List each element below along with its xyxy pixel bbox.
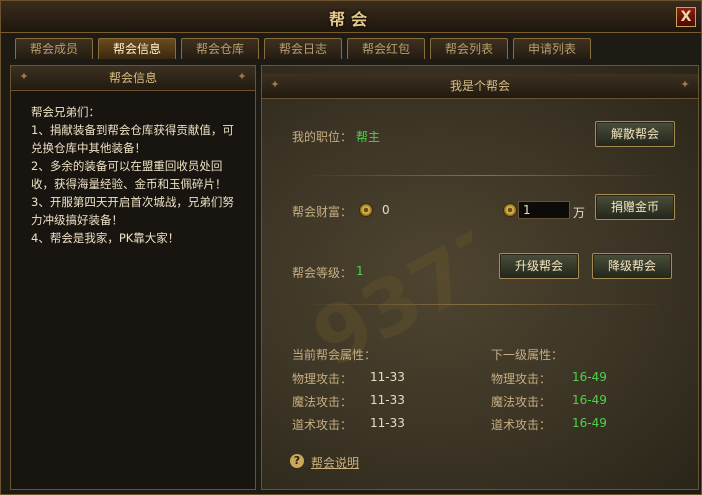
attribute-next-value: 16-49 <box>572 393 607 407</box>
wealth-label: 帮会财富： <box>292 205 353 219</box>
upgrade-guild-button[interactable]: 升级帮会 <box>499 253 579 279</box>
level-label: 帮会等级： <box>292 266 353 280</box>
notice-line: 3、开服第四天开启首次城战，兄弟们努 <box>31 195 234 209</box>
attribute-name: 物理攻击： <box>292 372 353 386</box>
notice-line: 收，获得海量经验、金币和玉佩碎片！ <box>31 177 227 191</box>
close-button[interactable]: X <box>676 7 696 27</box>
tab-guild-list[interactable]: 帮会列表 <box>430 38 508 59</box>
tab-guild-warehouse[interactable]: 帮会仓库 <box>181 38 259 59</box>
notice-line: 1、捐献装备到帮会仓库获得贡献值，可 <box>31 123 234 137</box>
notice-line: 兑换仓库中其他装备！ <box>31 141 146 155</box>
attribute-name: 道术攻击： <box>491 418 552 432</box>
guild-info-header: ✦ 帮会信息 ✦ <box>11 66 255 91</box>
attribute-name: 物理攻击： <box>491 372 552 386</box>
disband-guild-button[interactable]: 解散帮会 <box>595 121 675 147</box>
position-value: 帮主 <box>356 130 381 144</box>
wealth-value: 0 <box>382 203 390 217</box>
guild-detail-panel: 9377.com ✦ 我是个帮会 ✦ 我的职位： 帮主 解散帮会 帮会财富： 0… <box>261 65 699 490</box>
tab-guild-info[interactable]: 帮会信息 <box>98 38 176 59</box>
notice-line: 力冲级搞好装备！ <box>31 213 123 227</box>
guild-notice: 帮会兄弟们： 1、捐献装备到帮会仓库获得贡献值，可 兑换仓库中其他装备！ 2、多… <box>31 103 251 247</box>
attribute-name: 魔法攻击： <box>292 395 353 409</box>
ornament-icon: ✦ <box>19 70 29 83</box>
attribute-current-value: 11-33 <box>370 370 405 384</box>
tab-application-list[interactable]: 申请列表 <box>513 38 591 59</box>
notice-line: 帮会兄弟们： <box>31 105 100 119</box>
tab-guild-red-packet[interactable]: 帮会红包 <box>347 38 425 59</box>
ornament-icon: ✦ <box>237 70 247 83</box>
window-title: 帮会 <box>328 10 373 29</box>
attribute-next-value: 16-49 <box>572 370 607 384</box>
tab-guild-log[interactable]: 帮会日志 <box>264 38 342 59</box>
donate-gold-button[interactable]: 捐赠金币 <box>595 194 675 220</box>
donate-amount-input[interactable]: 1 <box>518 201 570 219</box>
ornament-icon: ✦ <box>270 78 280 91</box>
donate-unit: 万 <box>573 206 586 220</box>
guild-info-title: 帮会信息 <box>108 71 157 85</box>
notice-line: 2、多余的装备可以在盟重回收员处回 <box>31 159 223 173</box>
guild-name: 我是个帮会 <box>449 79 510 93</box>
attribute-name: 道术攻击： <box>292 418 353 432</box>
tab-guild-members[interactable]: 帮会成员 <box>15 38 93 59</box>
guild-help-link[interactable]: 帮会说明 <box>311 454 359 471</box>
guild-window: 帮会 X 帮会成员 帮会信息 帮会仓库 帮会日志 帮会红包 帮会列表 申请列表 … <box>0 0 702 495</box>
level-value: 1 <box>356 264 364 278</box>
gold-coin-icon <box>359 203 373 217</box>
watermark-logo: 9377.com <box>299 216 472 366</box>
attribute-name: 魔法攻击： <box>491 395 552 409</box>
attribute-current-value: 11-33 <box>370 393 405 407</box>
ornament-icon: ✦ <box>680 78 690 91</box>
attribute-next-value: 16-49 <box>572 416 607 430</box>
current-attributes-title: 当前帮会属性： <box>292 348 377 362</box>
position-label: 我的职位： <box>292 130 353 144</box>
downgrade-guild-button[interactable]: 降级帮会 <box>592 253 672 279</box>
divider <box>302 304 662 305</box>
guild-info-panel: ✦ 帮会信息 ✦ 帮会兄弟们： 1、捐献装备到帮会仓库获得贡献值，可 兑换仓库中… <box>10 65 256 490</box>
guild-detail-header: ✦ 我是个帮会 ✦ <box>262 74 698 99</box>
divider <box>302 175 662 176</box>
watermark-text: 9377.com <box>299 216 472 366</box>
notice-line: 4、帮会是我家，PK靠大家！ <box>31 231 180 245</box>
title-bar: 帮会 X <box>1 1 701 33</box>
help-icon[interactable]: ? <box>290 454 304 468</box>
attribute-current-value: 11-33 <box>370 416 405 430</box>
gold-coin-icon <box>503 203 517 217</box>
next-attributes-title: 下一级属性： <box>491 348 564 362</box>
